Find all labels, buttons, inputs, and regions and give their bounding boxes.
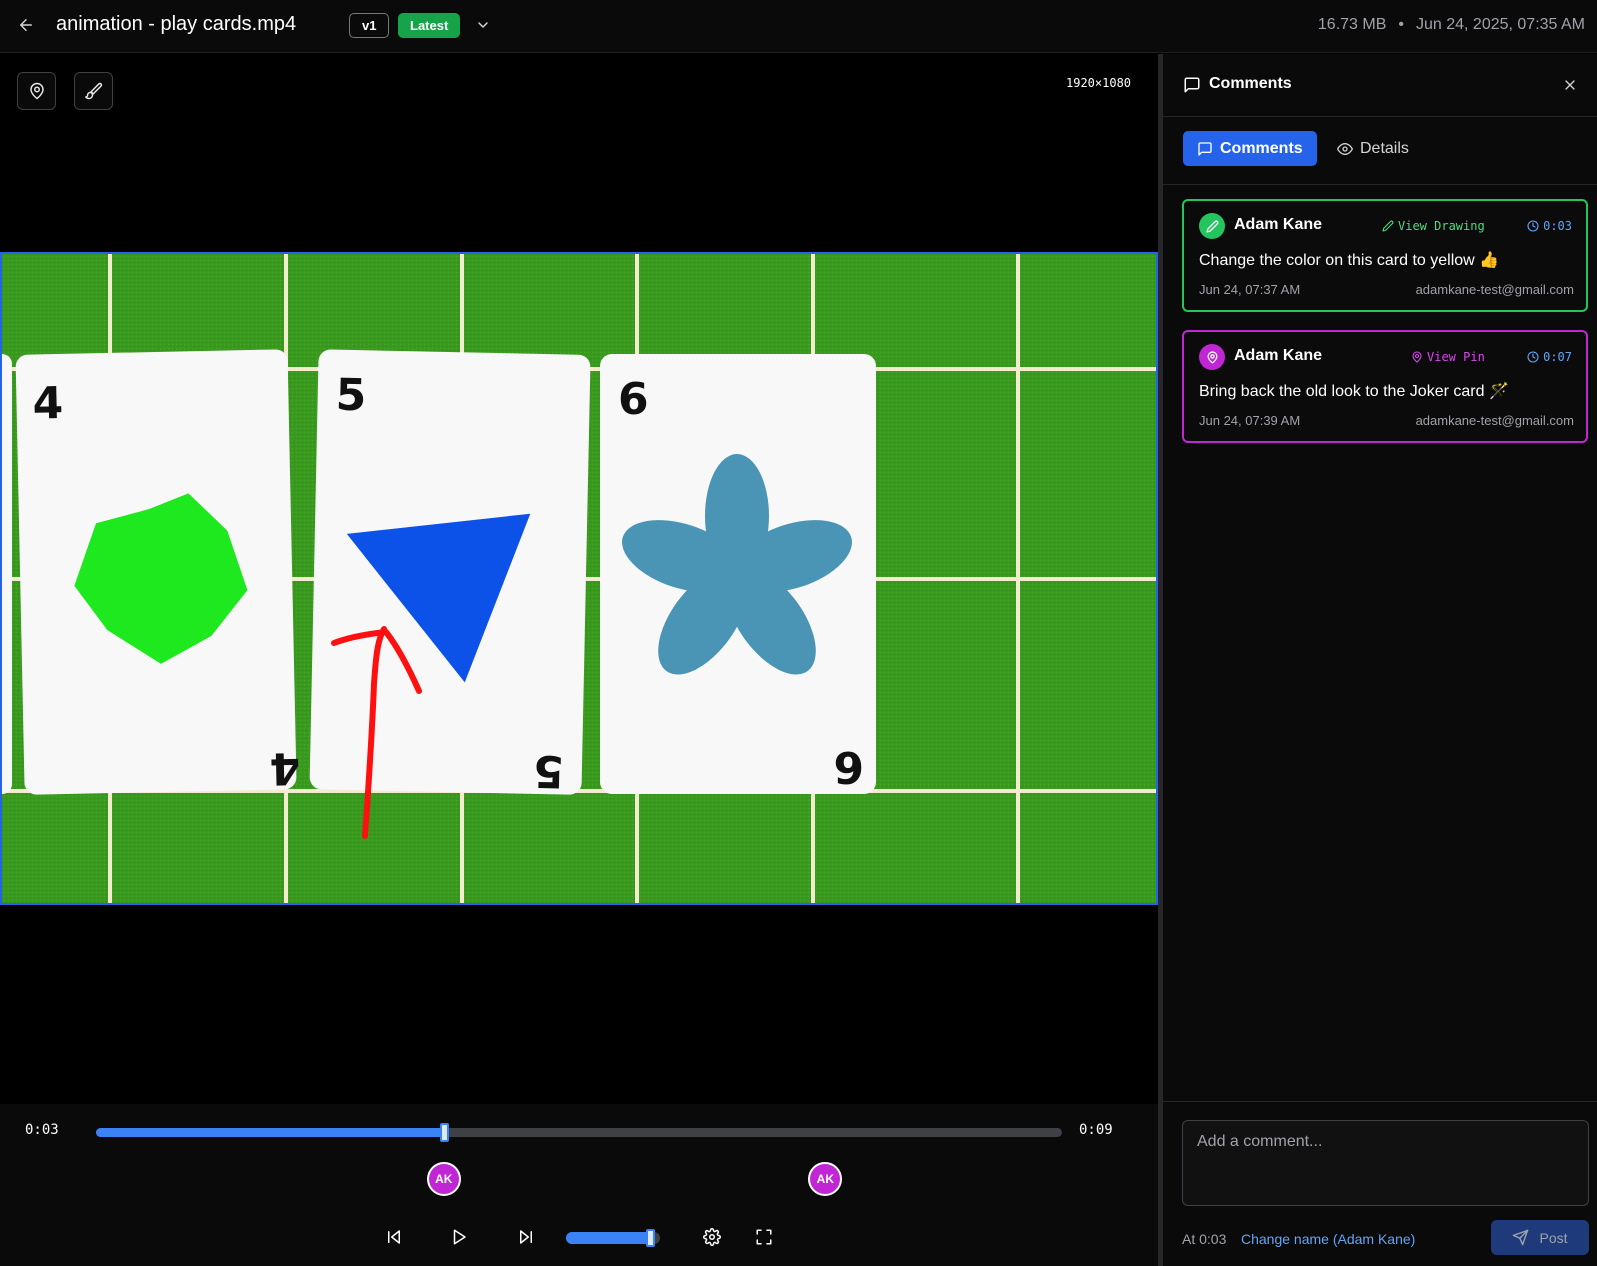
pencil-icon — [1382, 220, 1394, 232]
meta-separator: • — [1398, 16, 1404, 33]
volume-fill — [566, 1232, 653, 1244]
panel-title: Comments — [1209, 75, 1292, 92]
avatar — [1199, 213, 1225, 239]
player-controls: 0:03 0:09 AK AK — [0, 1104, 1158, 1266]
comment-timestamp-link[interactable]: 0:07 — [1527, 350, 1572, 364]
skip-back-icon — [388, 1230, 400, 1244]
post-button[interactable]: Post — [1491, 1220, 1589, 1255]
card-five-top-label: 5 — [335, 370, 367, 422]
tab-details[interactable]: Details — [1323, 131, 1423, 166]
card-four: 4 4 — [15, 349, 301, 795]
tab-comments-label: Comments — [1220, 139, 1303, 157]
comment-timestamp: 0:07 — [1543, 350, 1572, 364]
fullscreen-button[interactable] — [751, 1224, 777, 1250]
back-button[interactable] — [14, 13, 38, 37]
eye-icon — [1337, 142, 1353, 155]
brush-icon — [84, 82, 102, 100]
view-drawing-label: View Drawing — [1398, 219, 1485, 233]
comment-marker-avatar[interactable]: AK — [426, 1162, 461, 1196]
map-pin-icon — [29, 82, 44, 100]
clock-icon — [1527, 351, 1539, 363]
comment-marker-avatar[interactable]: AK — [808, 1162, 843, 1196]
progress-thumb[interactable] — [439, 1123, 449, 1142]
comment-card[interactable]: Adam Kane View Drawing 0:03 Change the c… — [1182, 199, 1588, 312]
comment-timestamp: 0:03 — [1543, 219, 1572, 233]
play-button[interactable] — [446, 1224, 472, 1250]
progress-fill — [96, 1128, 444, 1137]
comment-date: Jun 24, 07:39 AM — [1199, 413, 1301, 428]
arrow-left-icon — [20, 19, 32, 31]
post-label: Post — [1539, 1229, 1568, 1246]
upload-date: Jun 24, 2025, 07:35 AM — [1415, 16, 1585, 33]
view-pin-link[interactable]: View Pin — [1411, 350, 1485, 364]
pin-tool-button[interactable] — [17, 72, 56, 110]
card-six: 6 6 — [600, 354, 876, 794]
comments-panel: Comments Comments Details Adam Kane View… — [1163, 54, 1597, 1266]
video-resolution: 1920×1080 — [1066, 76, 1132, 90]
volume-thumb[interactable] — [646, 1229, 656, 1247]
draw-tool-button[interactable] — [74, 72, 113, 110]
comment-email: adamkane-test@gmail.com — [1415, 282, 1574, 297]
latest-badge: Latest — [398, 13, 461, 38]
file-meta: 16.73 MB • Jun 24, 2025, 07:35 AM — [1318, 16, 1585, 34]
change-name-link[interactable]: Change name (Adam Kane) — [1241, 1231, 1415, 1247]
partial-card — [2, 354, 12, 794]
total-time: 0:09 — [1079, 1122, 1113, 1138]
card-four-bottom-label: 4 — [269, 742, 301, 794]
comment-card[interactable]: Adam Kane View Pin 0:07 Bring back the o… — [1182, 330, 1588, 443]
card-four-top-label: 4 — [32, 378, 64, 430]
settings-button[interactable] — [699, 1224, 725, 1250]
comment-input[interactable] — [1182, 1120, 1589, 1206]
card-six-bottom-label: 6 — [833, 741, 864, 792]
play-icon — [453, 1229, 466, 1245]
skip-forward-icon — [520, 1230, 532, 1244]
volume-slider[interactable] — [566, 1229, 660, 1247]
composer-separator — [1163, 1101, 1597, 1102]
version-dropdown-button[interactable] — [472, 14, 494, 36]
chevron-down-icon — [478, 22, 488, 28]
comment-text: Change the color on this card to yellow … — [1199, 252, 1500, 269]
file-size: 16.73 MB — [1317, 16, 1387, 33]
close-icon — [1565, 80, 1575, 90]
view-pin-label: View Pin — [1427, 350, 1485, 364]
comment-author: Adam Kane — [1234, 216, 1323, 233]
comment-email: adamkane-test@gmail.com — [1415, 413, 1574, 428]
gear-icon — [703, 1228, 721, 1246]
message-square-icon — [1184, 77, 1200, 93]
card-five: 5 5 — [309, 349, 591, 797]
comment-timestamp-link[interactable]: 0:03 — [1527, 219, 1572, 233]
close-panel-button[interactable] — [1557, 72, 1583, 98]
tab-comments[interactable]: Comments — [1183, 131, 1317, 166]
comment-date: Jun 24, 07:37 AM — [1199, 282, 1301, 297]
send-icon — [1513, 1229, 1529, 1246]
comment-at-time: At 0:03 — [1182, 1231, 1227, 1247]
panel-tabs: Comments Details — [1163, 117, 1597, 185]
progress-bar[interactable] — [96, 1123, 1062, 1142]
card-five-bottom-label: 5 — [533, 745, 565, 797]
comment-author: Adam Kane — [1234, 347, 1323, 364]
current-time: 0:03 — [25, 1122, 59, 1138]
version-badge[interactable]: v1 — [349, 13, 390, 38]
video-area: 1920×1080 4 4 5 5 6 6 — [0, 54, 1158, 1104]
skip-forward-button[interactable] — [513, 1224, 539, 1250]
fullscreen-icon — [756, 1229, 772, 1245]
video-frame[interactable]: 4 4 5 5 6 6 — [0, 252, 1158, 905]
comment-text: Bring back the old look to the Joker car… — [1199, 383, 1509, 400]
clock-icon — [1527, 220, 1539, 232]
skip-back-button[interactable] — [381, 1224, 407, 1250]
map-pin-icon — [1207, 350, 1217, 364]
card-six-top-label: 6 — [618, 374, 649, 425]
avatar — [1199, 344, 1225, 370]
tab-details-label: Details — [1360, 139, 1409, 157]
message-square-icon — [1198, 141, 1212, 156]
file-title: animation - play cards.mp4 — [56, 13, 297, 35]
pencil-icon — [1205, 220, 1218, 233]
map-pin-icon — [1412, 351, 1422, 363]
panel-header: Comments — [1163, 54, 1597, 117]
top-bar: animation - play cards.mp4 v1 Latest 16.… — [0, 0, 1597, 53]
view-drawing-link[interactable]: View Drawing — [1382, 219, 1485, 233]
video-content: 4 4 5 5 6 6 — [2, 254, 1156, 903]
